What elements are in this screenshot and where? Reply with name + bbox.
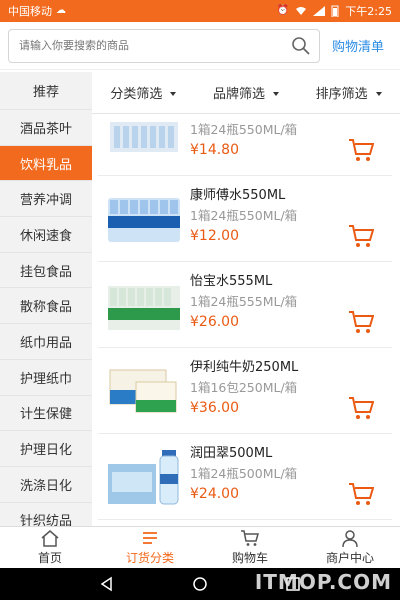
tab-categories[interactable]: 订货分类 [100, 527, 200, 568]
sidebar-item-label: 护理日化 [19, 443, 72, 459]
home-circle-icon[interactable] [192, 576, 208, 592]
search-header: 购物清单 [0, 22, 400, 70]
search-box[interactable] [8, 28, 320, 63]
product-item[interactable]: 怡宝水555ML 1箱24瓶555ML/箱 ¥26.00 [98, 264, 392, 348]
carrier-label: 中国移动 [8, 5, 52, 18]
dropdown-arrow-icon [170, 91, 177, 96]
tab-label: 订货分类 [125, 551, 174, 565]
tab-merchant-center[interactable]: 商户中心 [300, 527, 400, 568]
product-item[interactable]: 伊利纯牛奶250ML 1箱16包250ML/箱 ¥36.00 [98, 350, 392, 434]
product-spec: 1箱24瓶500ML/箱 [190, 466, 298, 481]
sidebar-item-label: 纸巾用品 [19, 335, 72, 351]
sidebar-item-health[interactable]: 计生保健 [0, 396, 92, 432]
product-price: ¥24.00 [190, 486, 239, 502]
tab-home[interactable]: 首页 [0, 527, 100, 568]
battery-icon [331, 5, 339, 17]
product-image [108, 286, 180, 330]
sidebar-item-label: 饮料乳品 [19, 157, 72, 173]
product-image [108, 450, 179, 505]
product-image [110, 122, 178, 152]
product-item[interactable]: 康师傅水550ML 1箱24瓶550ML/箱 ¥12.00 [98, 178, 392, 262]
add-to-cart-icon[interactable] [348, 482, 374, 506]
alarm-icon: ⏰ [276, 5, 290, 16]
back-icon[interactable] [99, 576, 115, 592]
sidebar-item-label: 营养冲调 [19, 193, 72, 209]
sidebar-item-label: 洗涤日化 [19, 478, 72, 494]
product-price: ¥36.00 [190, 400, 239, 416]
search-input[interactable] [19, 39, 269, 52]
shopping-list-link[interactable]: 购物清单 [332, 36, 384, 55]
sidebar-item-wine-tea[interactable]: 酒品茶叶 [0, 110, 92, 146]
product-spec: 1箱16包250ML/箱 [190, 380, 298, 395]
filter-category[interactable]: 分类筛选 [92, 83, 195, 102]
sidebar-item-label: 散称食品 [19, 300, 72, 316]
add-to-cart-icon[interactable] [348, 138, 374, 162]
sidebar-item-label: 计生保健 [19, 407, 72, 423]
dropdown-arrow-icon [273, 91, 280, 96]
sidebar-item-label: 休闲速食 [19, 228, 72, 244]
bottom-tab-bar: 首页 订货分类 购物车 商户中心 [0, 526, 400, 568]
tab-label: 购物车 [231, 551, 268, 565]
user-icon [342, 530, 358, 547]
product-list: 1箱24瓶550ML/箱 ¥14.80 康师傅水550ML 1箱24瓶550ML… [92, 114, 400, 526]
watermark: ITMOP.COM [254, 570, 392, 594]
sidebar-item-packaged-food[interactable]: 挂包食品 [0, 253, 92, 289]
tab-label: 首页 [37, 551, 62, 565]
filter-label: 品牌筛选 [213, 87, 266, 102]
tab-label: 商户中心 [325, 551, 374, 565]
product-image [108, 198, 180, 242]
sidebar-item-bulk-food[interactable]: 散称食品 [0, 288, 92, 325]
product-name: 润田翠500ML [190, 446, 273, 461]
dropdown-arrow-icon [375, 91, 382, 96]
product-price: ¥14.80 [190, 142, 239, 158]
sidebar-item-drinks-dairy[interactable]: 饮料乳品 [0, 145, 92, 182]
filter-label: 排序筛选 [315, 87, 368, 102]
product-name: 怡宝水555ML [190, 274, 273, 289]
sidebar-item-snacks[interactable]: 休闲速食 [0, 217, 92, 253]
category-icon [143, 532, 157, 544]
product-spec: 1箱24瓶555ML/箱 [190, 294, 298, 309]
add-to-cart-icon[interactable] [348, 310, 374, 334]
product-image [109, 369, 177, 413]
product-name: 康师傅水550ML [190, 188, 286, 203]
product-spec: 1箱24瓶550ML/箱 [190, 122, 298, 137]
product-item[interactable]: 润田翠500ML 1箱24瓶500ML/箱 ¥24.00 [98, 436, 392, 520]
sidebar-item-recommend[interactable]: 推荐 [0, 72, 92, 110]
sidebar-item-label: 针织纺品 [19, 514, 72, 526]
wifi-icon [296, 7, 307, 15]
product-item[interactable]: 1箱24瓶550ML/箱 ¥14.80 [98, 114, 392, 176]
clock-label: 下午2:25 [345, 5, 392, 18]
product-spec: 1箱24瓶550ML/箱 [190, 208, 298, 223]
product-price: ¥12.00 [190, 228, 239, 244]
tab-cart[interactable]: 购物车 [200, 527, 300, 568]
sidebar-item-label: 酒品茶叶 [19, 121, 72, 137]
filter-label: 分类筛选 [110, 87, 163, 102]
search-icon[interactable] [291, 36, 311, 56]
sidebar-item-nutrition[interactable]: 营养冲调 [0, 181, 92, 218]
signal-icon [313, 6, 326, 16]
category-sidebar: 推荐 酒品茶叶 饮料乳品 营养冲调 休闲速食 挂包食品 散称食品 纸巾用品 护理… [0, 72, 92, 526]
sidebar-item-detergent[interactable]: 洗涤日化 [0, 467, 92, 503]
product-price: ¥26.00 [190, 314, 239, 330]
filter-bar: 分类筛选 品牌筛选 排序筛选 [92, 72, 400, 114]
home-icon [41, 530, 59, 547]
cart-icon [241, 530, 259, 546]
filter-brand[interactable]: 品牌筛选 [195, 83, 298, 102]
sidebar-item-care-chem[interactable]: 护理日化 [0, 431, 92, 467]
add-to-cart-icon[interactable] [348, 396, 374, 420]
sidebar-item-label: 护理纸巾 [19, 371, 72, 387]
sidebar-item-textiles[interactable]: 针织纺品 [0, 503, 92, 526]
sidebar-item-label: 挂包食品 [19, 264, 72, 280]
status-bar: 中国移动 ☁ ⏰ 下午2:25 [0, 0, 400, 22]
cloud-icon: ☁ [56, 5, 66, 16]
add-to-cart-icon[interactable] [348, 224, 374, 248]
sidebar-item-label: 推荐 [32, 85, 59, 100]
sidebar-item-care-tissue[interactable]: 护理纸巾 [0, 360, 92, 396]
sidebar-item-paper-goods[interactable]: 纸巾用品 [0, 324, 92, 360]
product-name: 伊利纯牛奶250ML [190, 360, 299, 375]
filter-sort[interactable]: 排序筛选 [297, 83, 400, 102]
